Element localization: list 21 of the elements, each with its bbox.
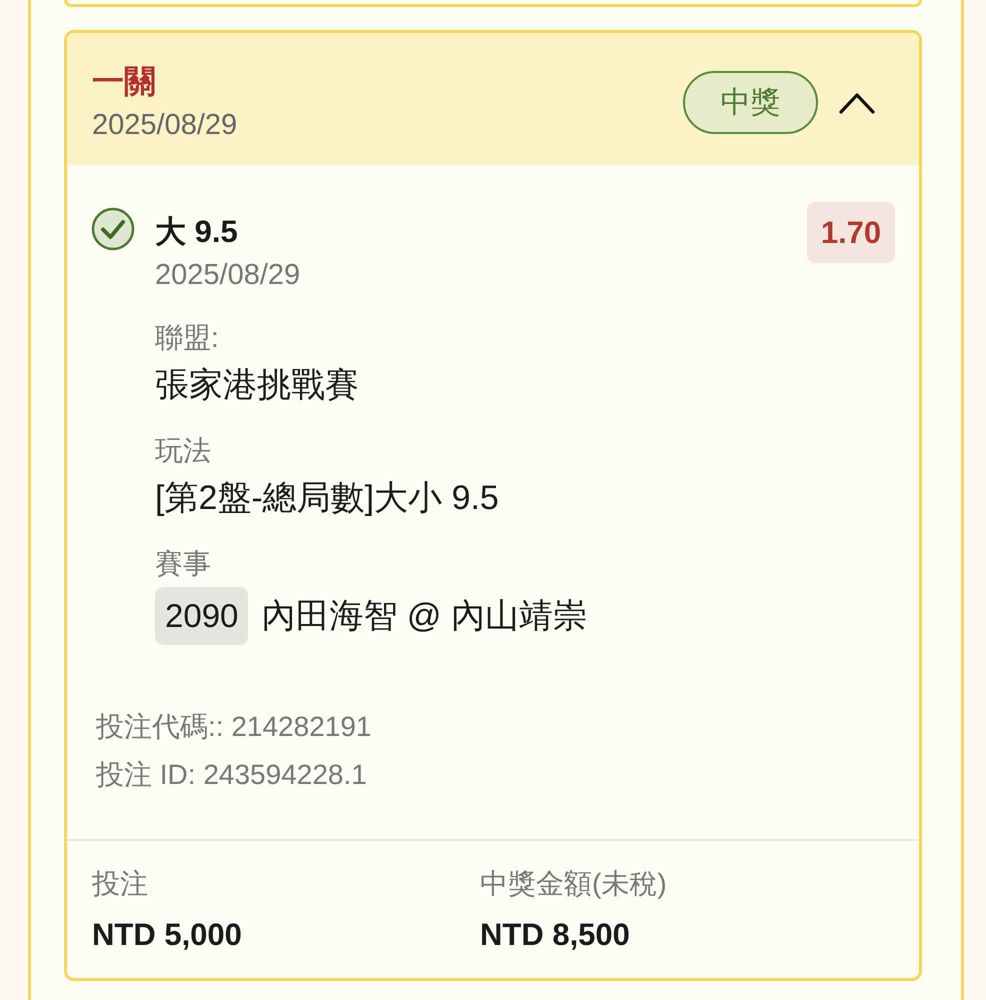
event-code-chip: 2090 [155, 587, 248, 645]
check-circle-icon [91, 207, 135, 251]
summary-label: 中獎金額(未稅) [480, 867, 667, 901]
bet-id-text: 投注 ID: 243594228.1 [96, 758, 367, 792]
field-value: 張家港挑戰賽 [155, 365, 359, 405]
field-label: 聯盟: [155, 322, 219, 354]
card-date: 2025/08/29 [92, 108, 238, 143]
card-title: 一關 [92, 62, 156, 100]
odds-badge: 1.70 [807, 202, 895, 263]
status-badge: 中獎 [683, 71, 818, 134]
summary-amount: NTD 5,000 [92, 916, 242, 954]
field-label: 賽事 [155, 548, 211, 580]
summary-amount: NTD 8,500 [480, 916, 630, 954]
selection-name: 大 9.5 [155, 213, 238, 251]
bet-code-text: 投注代碼:: 214282191 [96, 710, 372, 744]
selection-date: 2025/08/29 [155, 258, 300, 292]
field-value: 內田海智 @ 內山靖崇 [261, 596, 587, 636]
summary-label: 投注 [92, 867, 148, 901]
field-label: 玩法 [155, 435, 211, 467]
chevron-up-icon[interactable] [838, 90, 876, 114]
field-value: [第2盤-總局數]大小 9.5 [155, 478, 499, 518]
